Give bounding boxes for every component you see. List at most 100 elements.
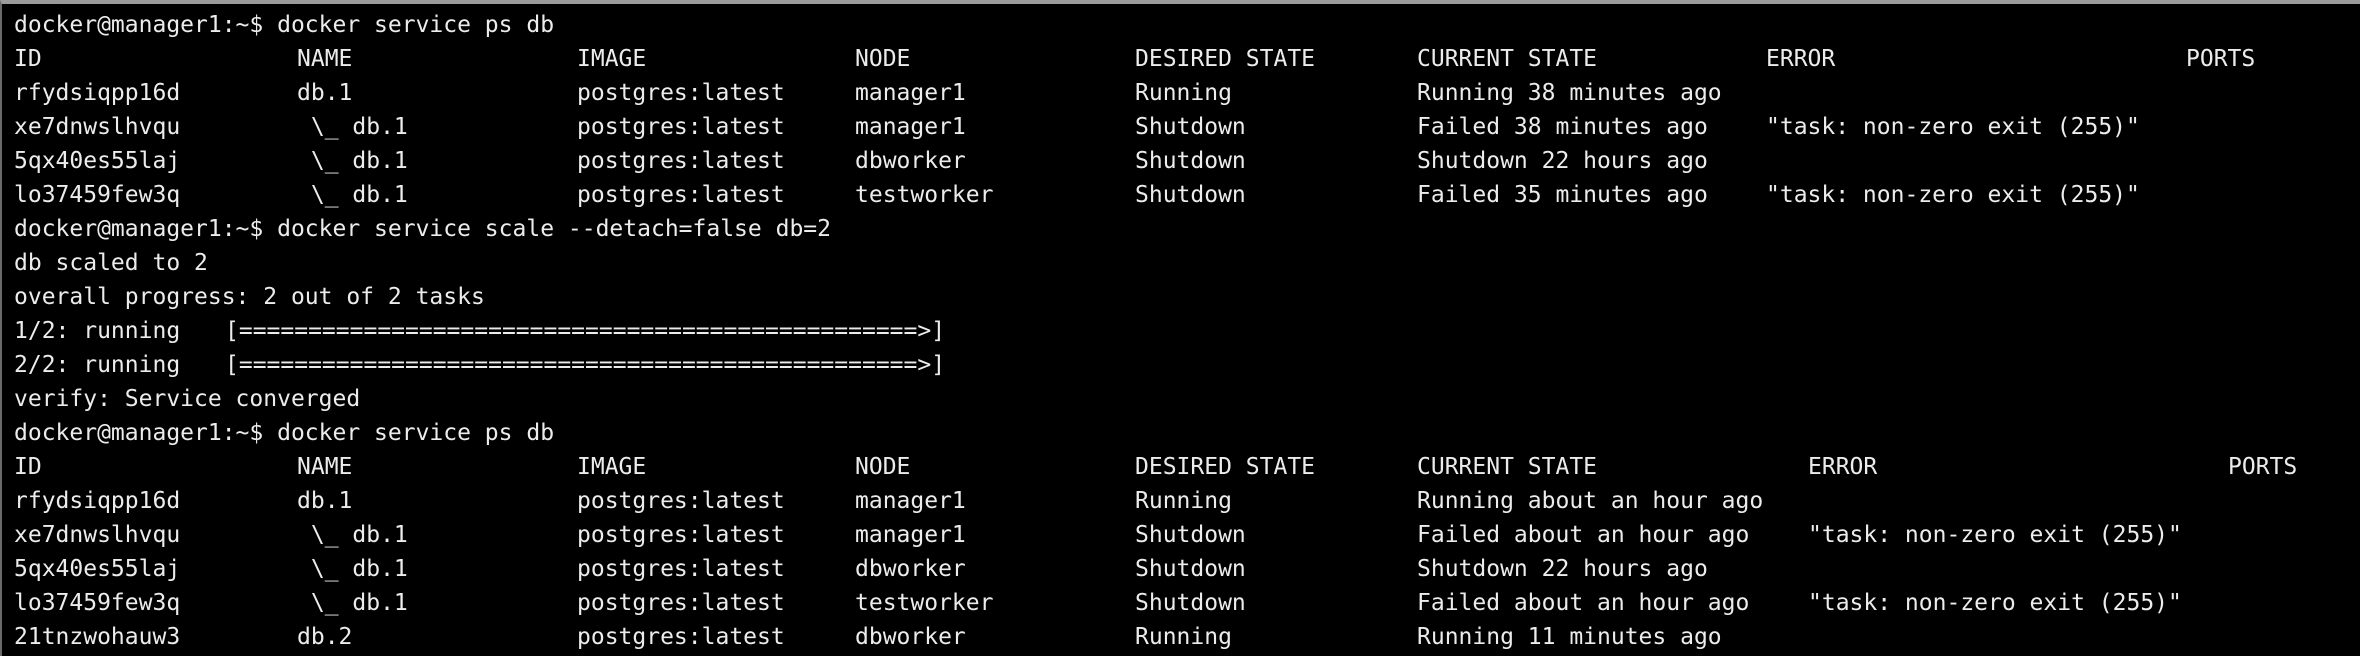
cell-node: manager1 <box>855 114 966 140</box>
progress-bar: [=======================================… <box>225 352 946 378</box>
cell-image: postgres:latest <box>577 148 785 174</box>
cell-desired-state: Shutdown <box>1135 148 1246 174</box>
cell-image: postgres:latest <box>577 590 785 616</box>
header-id: ID <box>14 46 42 72</box>
cell-error: "task: non-zero exit (255)" <box>1808 590 2182 616</box>
cell-id: xe7dnwslhvqu <box>14 522 181 548</box>
header-ports: PORTS <box>2186 46 2256 72</box>
command-line: docker@manager1:~$ docker service scale … <box>2 212 2360 246</box>
terminal-window: docker@manager1:~$ docker service ps db I… <box>0 0 2360 656</box>
cell-image: postgres:latest <box>577 522 785 548</box>
cell-name: \_ db.1 <box>297 556 408 582</box>
cell-name: db.1 <box>297 488 353 514</box>
header-name: NAME <box>297 46 353 72</box>
cell-node: dbworker <box>855 556 966 582</box>
cell-node: manager1 <box>855 80 966 106</box>
cell-current-state: Running about an hour ago <box>1417 488 1764 514</box>
table-row: rfydsiqpp16d db.1 postgres:latest manager1 R… <box>2 76 2360 110</box>
cell-name: \_ db.1 <box>297 148 408 174</box>
cell-desired-state: Shutdown <box>1135 556 1246 582</box>
header-image: IMAGE <box>577 454 647 480</box>
progress-line: 1/2: running [===========================… <box>2 314 2360 348</box>
cell-node: dbworker <box>855 624 966 650</box>
line-text: verify: Service converged <box>14 386 361 412</box>
cell-id: xe7dnwslhvqu <box>14 114 181 140</box>
line-text: overall progress: 2 out of 2 tasks <box>14 284 485 310</box>
header-current-state: CURRENT STATE <box>1417 454 1598 480</box>
cell-node: testworker <box>855 590 994 616</box>
progress-label: 2/2: running <box>14 352 181 378</box>
cell-id: rfydsiqpp16d <box>14 488 181 514</box>
cell-id: 21tnzwohauw3 <box>14 624 181 650</box>
cell-name: db.1 <box>297 80 353 106</box>
cell-image: postgres:latest <box>577 182 785 208</box>
cell-image: postgres:latest <box>577 80 785 106</box>
table-row: 21tnzwohauw3 db.2 postgres:latest dbworker R… <box>2 620 2360 654</box>
output-line: db scaled to 2 <box>2 246 2360 280</box>
command-line: docker@manager1:~$ docker service ps db <box>2 416 2360 450</box>
progress-label: 1/2: running <box>14 318 181 344</box>
cell-current-state: Failed 38 minutes ago <box>1417 114 1708 140</box>
table-row: xe7dnwslhvqu \_ db.1 postgres:latest manag… <box>2 518 2360 552</box>
progress-line: 2/2: running [===========================… <box>2 348 2360 382</box>
header-current-state: CURRENT STATE <box>1417 46 1598 72</box>
cell-desired-state: Running <box>1135 488 1232 514</box>
cell-current-state: Failed about an hour ago <box>1417 590 1750 616</box>
table-row: 5qx40es55laj \_ db.1 postgres:latest dbwor… <box>2 552 2360 586</box>
table-row: lo37459few3q \_ db.1 postgres:latest testw… <box>2 586 2360 620</box>
cell-error: "task: non-zero exit (255)" <box>1766 182 2140 208</box>
cell-desired-state: Shutdown <box>1135 590 1246 616</box>
cell-desired-state: Running <box>1135 80 1232 106</box>
cell-desired-state: Shutdown <box>1135 522 1246 548</box>
cell-image: postgres:latest <box>577 488 785 514</box>
header-node: NODE <box>855 454 911 480</box>
header-node: NODE <box>855 46 911 72</box>
table-row: rfydsiqpp16d db.1 postgres:latest manager1 R… <box>2 484 2360 518</box>
cell-current-state: Failed 35 minutes ago <box>1417 182 1708 208</box>
cell-node: manager1 <box>855 522 966 548</box>
cell-error: "task: non-zero exit (255)" <box>1766 114 2140 140</box>
cell-desired-state: Shutdown <box>1135 114 1246 140</box>
cell-current-state: Shutdown 22 hours ago <box>1417 556 1708 582</box>
cell-name: \_ db.1 <box>297 114 408 140</box>
cell-node: manager1 <box>855 488 966 514</box>
cell-id: lo37459few3q <box>14 590 181 616</box>
cell-id: 5qx40es55laj <box>14 148 181 174</box>
cell-name: \_ db.1 <box>297 522 408 548</box>
output-line: overall progress: 2 out of 2 tasks <box>2 280 2360 314</box>
header-id: ID <box>14 454 42 480</box>
cell-desired-state: Shutdown <box>1135 182 1246 208</box>
cell-image: postgres:latest <box>577 114 785 140</box>
table-header: ID NAME IMAGE NODE DESIRED STATE CURRENT STAT… <box>2 450 2360 484</box>
cell-node: dbworker <box>855 148 966 174</box>
line-text: docker@manager1:~$ docker service scale … <box>14 216 831 242</box>
header-image: IMAGE <box>577 46 647 72</box>
table-row: 5qx40es55laj \_ db.1 postgres:latest dbwor… <box>2 144 2360 178</box>
cell-image: postgres:latest <box>577 556 785 582</box>
header-error: ERROR <box>1766 46 1836 72</box>
header-desired-state: DESIRED STATE <box>1135 46 1316 72</box>
cell-name: \_ db.1 <box>297 182 408 208</box>
header-error: ERROR <box>1808 454 1878 480</box>
table-header: ID NAME IMAGE NODE DESIRED STATE CURRENT STAT… <box>2 42 2360 76</box>
cell-id: rfydsiqpp16d <box>14 80 181 106</box>
header-ports: PORTS <box>2228 454 2298 480</box>
output-line: verify: Service converged <box>2 382 2360 416</box>
cell-desired-state: Running <box>1135 624 1232 650</box>
table-row: xe7dnwslhvqu \_ db.1 postgres:latest manag… <box>2 110 2360 144</box>
line-text: docker@manager1:~$ docker service ps db <box>14 12 555 38</box>
cell-current-state: Running 11 minutes ago <box>1417 624 1722 650</box>
cell-name: db.2 <box>297 624 353 650</box>
cell-image: postgres:latest <box>577 624 785 650</box>
cell-name: \_ db.1 <box>297 590 408 616</box>
terminal-output[interactable]: docker@manager1:~$ docker service ps db I… <box>2 4 2360 656</box>
table-row: lo37459few3q \_ db.1 postgres:latest testw… <box>2 178 2360 212</box>
cell-current-state: Running 38 minutes ago <box>1417 80 1722 106</box>
cell-id: 5qx40es55laj <box>14 556 181 582</box>
line-text: db scaled to 2 <box>14 250 208 276</box>
header-desired-state: DESIRED STATE <box>1135 454 1316 480</box>
progress-bar: [=======================================… <box>225 318 946 344</box>
line-text: docker@manager1:~$ docker service ps db <box>14 420 555 446</box>
cell-node: testworker <box>855 182 994 208</box>
cell-id: lo37459few3q <box>14 182 181 208</box>
